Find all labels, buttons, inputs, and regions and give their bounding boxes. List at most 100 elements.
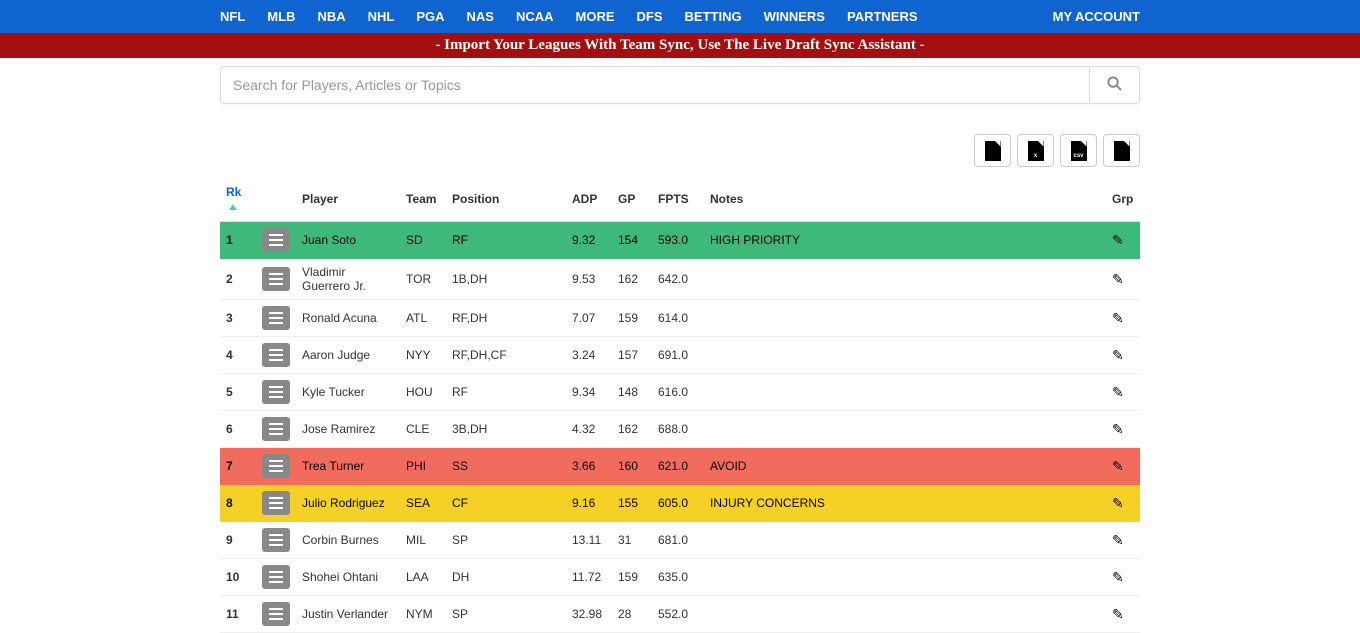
- col-position-header[interactable]: Position: [446, 177, 566, 222]
- drag-handle-icon[interactable]: [262, 267, 290, 291]
- cell-notes: [704, 411, 1106, 448]
- cell-gp: 155: [612, 485, 652, 522]
- pencil-icon[interactable]: ✎: [1112, 310, 1124, 326]
- pencil-icon[interactable]: ✎: [1112, 232, 1124, 248]
- cell-player[interactable]: Ronald Acuna: [296, 300, 400, 337]
- drag-handle-icon[interactable]: [262, 417, 290, 441]
- cell-rk: 8: [220, 485, 256, 522]
- cell-notes: [704, 522, 1106, 559]
- nav-item-dfs[interactable]: DFS: [637, 9, 663, 24]
- table-row: 3 Ronald Acuna ATL RF,DH 7.07 159 614.0 …: [220, 300, 1140, 337]
- pencil-icon[interactable]: ✎: [1112, 458, 1124, 474]
- cell-grp: ✎: [1106, 559, 1140, 596]
- cell-team: SD: [400, 222, 446, 259]
- cell-fpts: 681.0: [652, 522, 704, 559]
- pencil-icon[interactable]: ✎: [1112, 421, 1124, 437]
- cell-rk: 4: [220, 337, 256, 374]
- cell-rk: 1: [220, 222, 256, 259]
- col-gp-header[interactable]: GP: [612, 177, 652, 222]
- table-row: 8 Julio Rodriguez SEA CF 9.16 155 605.0 …: [220, 485, 1140, 522]
- cell-gp: 162: [612, 411, 652, 448]
- cell-position: SP: [446, 522, 566, 559]
- nav-item-mlb[interactable]: MLB: [267, 9, 295, 24]
- cell-grp: ✎: [1106, 374, 1140, 411]
- nav-item-nfl[interactable]: NFL: [220, 9, 245, 24]
- col-rk-header[interactable]: Rk: [220, 177, 256, 222]
- pencil-icon[interactable]: ✎: [1112, 569, 1124, 585]
- table-row: 9 Corbin Burnes MIL SP 13.11 31 681.0 ✎: [220, 522, 1140, 559]
- cell-gp: 162: [612, 259, 652, 300]
- col-adp-header[interactable]: ADP: [566, 177, 612, 222]
- pencil-icon[interactable]: ✎: [1112, 606, 1124, 622]
- col-grp-header[interactable]: Grp: [1106, 177, 1140, 222]
- nav-item-winners[interactable]: WINNERS: [764, 9, 825, 24]
- cell-grp: ✎: [1106, 300, 1140, 337]
- nav-item-ncaa[interactable]: NCAA: [516, 9, 554, 24]
- pencil-icon[interactable]: ✎: [1112, 495, 1124, 511]
- cell-player[interactable]: Juan Soto: [296, 222, 400, 259]
- drag-handle-icon[interactable]: [262, 228, 290, 252]
- nav-item-more[interactable]: MORE: [576, 9, 615, 24]
- cell-player[interactable]: Justin Verlander: [296, 596, 400, 633]
- cell-player[interactable]: Julio Rodriguez: [296, 485, 400, 522]
- file-csv-icon: csv: [1071, 141, 1087, 161]
- nav-item-partners[interactable]: PARTNERS: [847, 9, 918, 24]
- table-row: 1 Juan Soto SD RF 9.32 154 593.0 HIGH PR…: [220, 222, 1140, 259]
- drag-handle-icon[interactable]: [262, 343, 290, 367]
- drag-handle-icon[interactable]: [262, 454, 290, 478]
- col-notes-header[interactable]: Notes: [704, 177, 1106, 222]
- drag-handle-icon[interactable]: [262, 491, 290, 515]
- nav-item-nhl[interactable]: NHL: [368, 9, 395, 24]
- cell-grp: ✎: [1106, 222, 1140, 259]
- cell-player[interactable]: Shohei Ohtani: [296, 559, 400, 596]
- drag-handle-icon[interactable]: [262, 306, 290, 330]
- drag-handle-icon[interactable]: [262, 565, 290, 589]
- col-player-header[interactable]: Player: [296, 177, 400, 222]
- cell-rk: 6: [220, 411, 256, 448]
- nav-item-nas[interactable]: NAS: [467, 9, 494, 24]
- cell-notes: INJURY CONCERNS: [704, 485, 1106, 522]
- drag-handle-icon[interactable]: [262, 528, 290, 552]
- pencil-icon[interactable]: ✎: [1112, 271, 1124, 287]
- cell-notes: [704, 300, 1106, 337]
- export-xls-button[interactable]: x: [1017, 134, 1054, 167]
- cell-position: 3B,DH: [446, 411, 566, 448]
- search-button[interactable]: [1089, 67, 1139, 103]
- file-pdf-icon: [1114, 141, 1130, 161]
- search-input[interactable]: [221, 67, 1089, 103]
- drag-handle-icon[interactable]: [262, 602, 290, 626]
- nav-item-betting[interactable]: BETTING: [685, 9, 742, 24]
- cell-adp: 32.98: [566, 596, 612, 633]
- pencil-icon[interactable]: ✎: [1112, 347, 1124, 363]
- col-fpts-header[interactable]: FPTS: [652, 177, 704, 222]
- export-doc-button[interactable]: [974, 134, 1011, 167]
- export-csv-button[interactable]: csv: [1060, 134, 1097, 167]
- table-row: 11 Justin Verlander NYM SP 32.98 28 552.…: [220, 596, 1140, 633]
- cell-player[interactable]: Aaron Judge: [296, 337, 400, 374]
- nav-item-nba[interactable]: NBA: [317, 9, 345, 24]
- my-account-link[interactable]: MY ACCOUNT: [1053, 9, 1140, 24]
- cell-drag: [256, 337, 296, 374]
- cell-gp: 154: [612, 222, 652, 259]
- cell-adp: 9.34: [566, 374, 612, 411]
- cell-player[interactable]: Trea Turner: [296, 448, 400, 485]
- drag-handle-icon[interactable]: [262, 380, 290, 404]
- nav-item-pga[interactable]: PGA: [416, 9, 444, 24]
- cell-adp: 3.66: [566, 448, 612, 485]
- nav-links: NFL MLB NBA NHL PGA NAS NCAA MORE DFS BE…: [220, 9, 918, 24]
- cell-notes: AVOID: [704, 448, 1106, 485]
- cell-fpts: 616.0: [652, 374, 704, 411]
- cell-player[interactable]: Vladimir Guerrero Jr.: [296, 259, 400, 300]
- pencil-icon[interactable]: ✎: [1112, 384, 1124, 400]
- cell-grp: ✎: [1106, 522, 1140, 559]
- cell-player[interactable]: Jose Ramirez: [296, 411, 400, 448]
- pencil-icon[interactable]: ✎: [1112, 532, 1124, 548]
- cell-player[interactable]: Kyle Tucker: [296, 374, 400, 411]
- export-pdf-button[interactable]: [1103, 134, 1140, 167]
- table-row: 5 Kyle Tucker HOU RF 9.34 148 616.0 ✎: [220, 374, 1140, 411]
- promo-banner[interactable]: - Import Your Leagues With Team Sync, Us…: [0, 33, 1360, 58]
- table-header-row: Rk Player Team Position ADP GP FPTS Note…: [220, 177, 1140, 222]
- cell-player[interactable]: Corbin Burnes: [296, 522, 400, 559]
- col-team-header[interactable]: Team: [400, 177, 446, 222]
- cell-position: SP: [446, 596, 566, 633]
